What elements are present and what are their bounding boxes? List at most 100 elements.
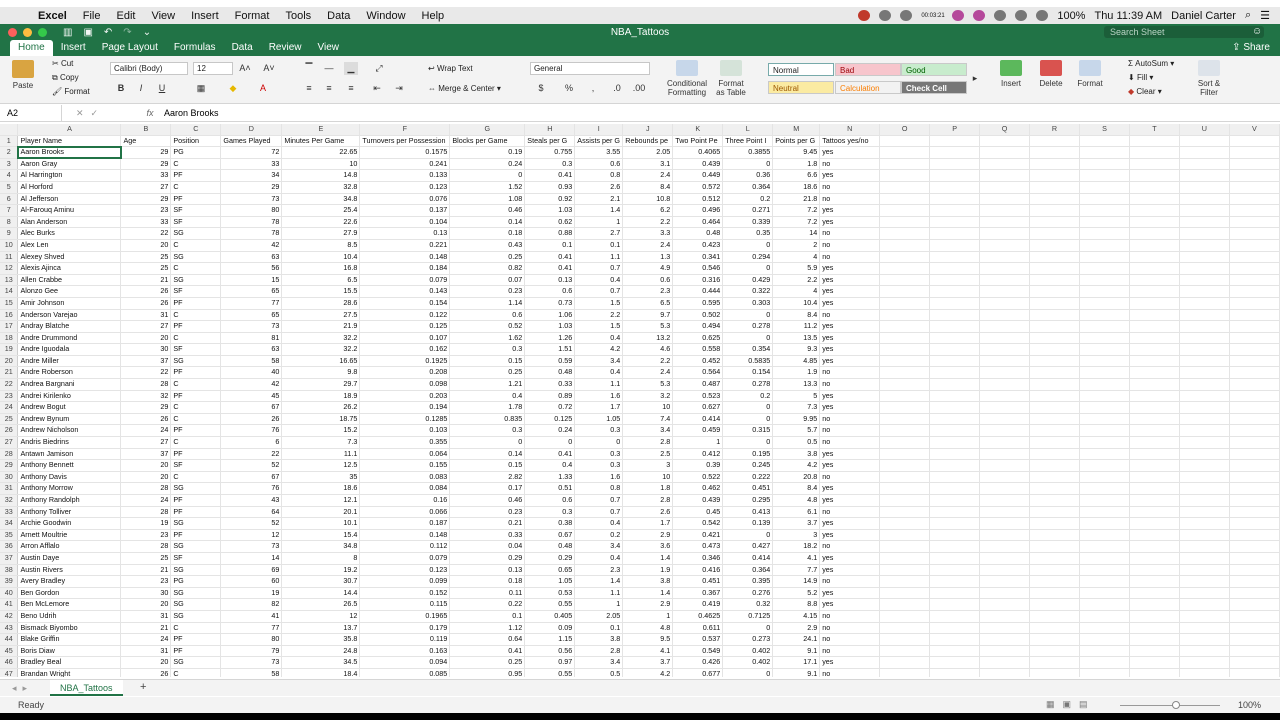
cell[interactable]: SG [170, 610, 222, 623]
share-button[interactable]: ⇪ Share [1222, 40, 1280, 56]
cell[interactable]: 0.64 [449, 633, 526, 646]
cell[interactable] [1029, 251, 1080, 264]
cell[interactable] [1029, 436, 1080, 449]
cell[interactable] [1179, 656, 1230, 669]
cell[interactable]: C [170, 378, 222, 391]
cell[interactable] [1029, 529, 1080, 542]
tab-page-layout[interactable]: Page Layout [94, 40, 166, 56]
cell[interactable]: 14.4 [281, 587, 361, 600]
cell[interactable]: 0.41 [524, 169, 576, 182]
cell[interactable] [979, 204, 1031, 217]
cell[interactable]: 0.6 [449, 309, 526, 322]
notification-center-icon[interactable]: ☰ [1260, 9, 1270, 22]
cell[interactable]: 1.4 [622, 587, 674, 600]
cell[interactable] [979, 390, 1031, 403]
cell[interactable] [1179, 610, 1230, 623]
cell[interactable]: 23 [120, 529, 172, 542]
cell[interactable]: 0.502 [672, 309, 724, 322]
cell[interactable]: 0.611 [672, 622, 724, 635]
cell[interactable]: 26 [120, 285, 172, 298]
cell[interactable]: SG [170, 598, 222, 611]
cell[interactable] [929, 471, 981, 484]
row-header[interactable]: 26 [0, 424, 19, 438]
column-header[interactable]: A [17, 124, 122, 136]
cell[interactable]: no [819, 645, 881, 658]
column-header[interactable]: N [819, 124, 881, 136]
cell[interactable] [1179, 482, 1230, 495]
cell[interactable]: 7.2 [772, 216, 821, 229]
cell[interactable] [979, 262, 1031, 275]
row-header[interactable]: 43 [0, 622, 19, 635]
cell[interactable]: 0.15 [449, 459, 526, 472]
column-header[interactable]: M [772, 124, 821, 136]
row-header[interactable]: 7 [0, 204, 19, 217]
cell[interactable]: yes [819, 517, 881, 530]
cell[interactable]: 58 [220, 355, 283, 368]
style-good[interactable]: Good [901, 63, 967, 76]
cell[interactable]: 34 [220, 169, 283, 182]
cell[interactable] [929, 564, 981, 577]
cell[interactable]: 25 [120, 552, 172, 565]
cell[interactable]: Anthony Randolph [17, 494, 122, 507]
cell[interactable]: 2.9 [622, 598, 674, 611]
cell[interactable]: 0.4 [574, 332, 624, 345]
cell[interactable] [1129, 587, 1180, 600]
cell[interactable] [1029, 158, 1080, 171]
cell[interactable] [879, 668, 931, 677]
cell[interactable]: 2.9 [622, 529, 674, 542]
cell[interactable] [1229, 262, 1280, 275]
cell[interactable]: 30.7 [281, 575, 361, 588]
cell[interactable]: 5.2 [772, 587, 821, 600]
cell[interactable]: 6.1 [772, 506, 821, 519]
sort-filter-button[interactable]: Sort & Filter [1192, 60, 1226, 97]
cell[interactable] [1179, 413, 1230, 426]
cell[interactable]: Al-Farouq Aminu [17, 204, 122, 217]
cell[interactable]: 1.14 [449, 297, 526, 310]
cell[interactable]: 0.3 [449, 424, 526, 438]
cell[interactable] [1029, 506, 1080, 519]
cell[interactable]: 31 [120, 610, 172, 623]
wifi-icon[interactable] [1036, 10, 1049, 21]
cell[interactable] [929, 459, 981, 472]
cell[interactable]: yes [819, 320, 881, 333]
cell[interactable]: PF [170, 169, 222, 182]
cell[interactable]: 0.36 [722, 169, 774, 182]
cell[interactable] [929, 239, 981, 252]
cell[interactable]: 69 [220, 564, 283, 577]
cell[interactable] [979, 309, 1031, 322]
cell[interactable]: no [819, 436, 881, 449]
cell[interactable] [1229, 506, 1280, 519]
cell[interactable]: 0.184 [359, 262, 451, 275]
cell[interactable] [929, 366, 981, 380]
cell[interactable] [1079, 158, 1130, 171]
cell[interactable]: 1.5 [574, 297, 624, 310]
cell[interactable] [979, 413, 1031, 426]
cell[interactable]: no [819, 424, 881, 438]
cell[interactable]: 0.14 [449, 448, 526, 461]
cell[interactable]: 20 [120, 239, 172, 252]
cell[interactable]: 9.8 [281, 366, 361, 380]
cell[interactable] [1079, 587, 1130, 600]
cell[interactable]: 1.52 [449, 181, 526, 194]
cell[interactable]: 20 [120, 471, 172, 484]
cell[interactable] [979, 494, 1031, 507]
cell[interactable] [979, 598, 1031, 611]
cell[interactable]: 22 [120, 227, 172, 240]
cell[interactable] [1079, 390, 1130, 403]
cell[interactable]: 9.45 [772, 146, 821, 159]
cell[interactable] [879, 413, 931, 426]
cell[interactable]: 8 [281, 552, 361, 565]
cell[interactable]: 26.2 [281, 401, 361, 414]
cell[interactable]: 29 [120, 401, 172, 414]
cell[interactable] [929, 448, 981, 461]
cell[interactable]: 19 [120, 517, 172, 530]
cell[interactable]: 5 [772, 390, 821, 403]
cell[interactable]: 3.7 [622, 656, 674, 669]
cell[interactable] [1029, 552, 1080, 565]
cell[interactable]: 0.25 [449, 366, 526, 380]
cell[interactable] [1079, 413, 1130, 426]
cell[interactable] [879, 181, 931, 194]
cell[interactable]: 37 [120, 355, 172, 368]
cell[interactable] [979, 459, 1031, 472]
cell[interactable]: 1.78 [449, 401, 526, 414]
